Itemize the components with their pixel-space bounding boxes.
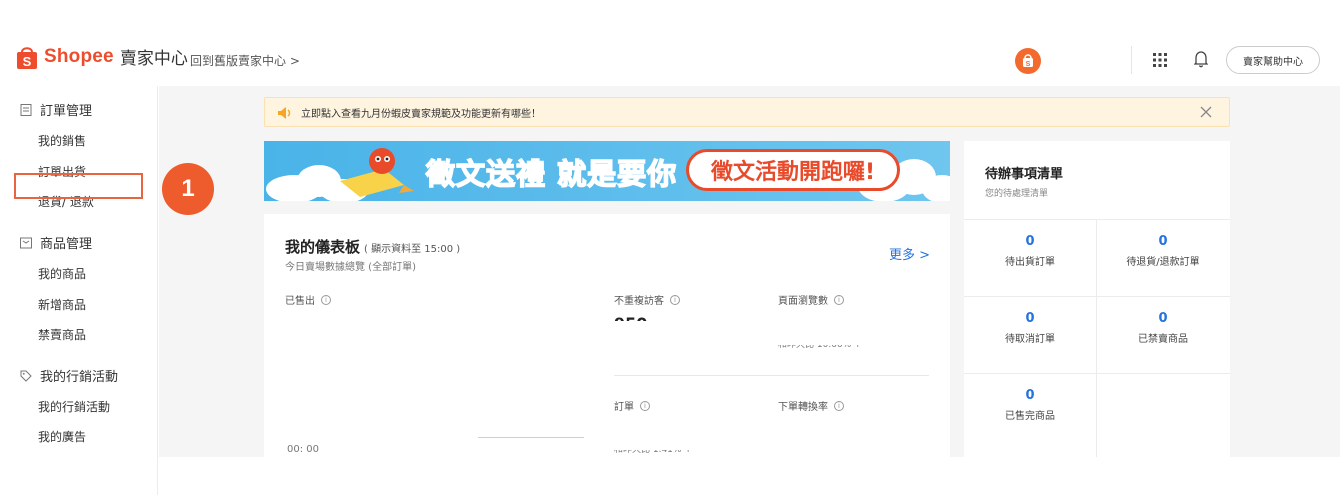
shop-avatar[interactable]: S	[1015, 48, 1041, 74]
sidebar-item-my-products[interactable]: 我的商品	[38, 265, 86, 282]
back-to-old-center-link[interactable]: 回到舊版賣家中心 >	[190, 52, 300, 69]
todo-label: 已禁賣商品	[1138, 334, 1188, 345]
orders-compare: 和昨天比 1.41% ↑	[614, 450, 692, 455]
svg-text:S: S	[23, 54, 32, 69]
visitors-metric-label: 不重複訪客 i	[614, 292, 680, 307]
todo-list-card: 待辦事項清單 您的待處理清單 0 待出貨訂單 0 待退貨/退款訂單 0 待取消訂…	[964, 141, 1230, 457]
speaker-icon	[277, 105, 293, 119]
header-divider	[1131, 46, 1132, 74]
todo-label: 待取消訂單	[1005, 334, 1055, 345]
banner-pill: 徵文活動開跑囉!	[686, 149, 900, 191]
banner-title: 徵文送禮 就是要你	[425, 156, 678, 192]
tag-icon	[20, 370, 32, 382]
sidebar-item-add-product[interactable]: 新增商品	[38, 296, 86, 313]
announcement-text[interactable]: 立即點入查看九月份蝦皮賣家規範及功能更新有哪些！	[301, 105, 541, 120]
sidebar-item-my-ads[interactable]: 我的廣告	[38, 428, 86, 445]
chart-baseline	[478, 437, 584, 438]
shop-bag-icon: S	[1023, 54, 1033, 68]
todo-divider	[964, 373, 1230, 374]
sidebar-item-banned-products[interactable]: 禁賣商品	[38, 326, 86, 343]
shopee-logo[interactable]: S Shopee 賣家中心	[16, 44, 188, 69]
apps-grid-icon[interactable]	[1153, 52, 1167, 67]
todo-cell-to-ship[interactable]: 0 待出貨訂單	[964, 234, 1096, 268]
metrics-divider	[614, 375, 929, 376]
pageviews-label-text: 頁面瀏覽數	[778, 296, 828, 307]
sidebar-item-my-sales[interactable]: 我的銷售	[38, 132, 86, 149]
sidebar-group-label: 商品管理	[40, 237, 93, 252]
help-center-button[interactable]: 賣家幫助中心	[1226, 46, 1320, 74]
seller-center-page: S Shopee 賣家中心 回到舊版賣家中心 > S 賣家幫助中心 訂單管理 我…	[0, 0, 1340, 495]
sidebar-group-marketing[interactable]: 我的行銷活動	[20, 366, 118, 385]
todo-count: 0	[1025, 234, 1035, 249]
brand-subtitle: 賣家中心	[119, 49, 188, 69]
chart-time-axis-label: 00: 00	[287, 444, 319, 455]
todo-count: 0	[1025, 388, 1035, 403]
orders-label-text: 訂單	[614, 402, 634, 413]
step-number-badge: 1	[162, 163, 214, 215]
dashboard-data-time: ( 顯示資料至 15:00 )	[364, 244, 461, 255]
todo-count: 0	[1025, 311, 1035, 326]
todo-count: 0	[1158, 234, 1168, 249]
todo-title: 待辦事項清單	[985, 167, 1064, 182]
sidebar-item-my-marketing[interactable]: 我的行銷活動	[38, 398, 110, 415]
sold-metric-label: 已售出 i	[285, 292, 331, 307]
todo-label: 待退貨/退款訂單	[1126, 257, 1200, 268]
pageviews-compare: 和昨天比 10.66% ↑	[778, 345, 862, 350]
todo-divider	[964, 219, 1230, 220]
dashboard-card: 我的儀表板 ( 顯示資料至 15:00 ) 今日賣場數據總覽 (全部訂單) 更多…	[264, 214, 950, 457]
todo-label: 待出貨訂單	[1005, 257, 1055, 268]
dashboard-more-link[interactable]: 更多 >	[889, 244, 930, 263]
todo-cell-sold-out[interactable]: 0 已售完商品	[964, 388, 1096, 422]
orders-metric-label: 訂單 i	[614, 398, 650, 413]
top-header: S Shopee 賣家中心 回到舊版賣家中心 > S 賣家幫助中心	[0, 38, 1340, 84]
dashboard-title: 我的儀表板	[285, 238, 361, 256]
sidebar-group-products[interactable]: 商品管理	[20, 233, 92, 252]
announcement-bar[interactable]: 立即點入查看九月份蝦皮賣家規範及功能更新有哪些！	[264, 97, 1230, 127]
order-icon	[20, 103, 32, 116]
todo-subtitle: 您的待處理清單	[985, 189, 1049, 199]
todo-cell-to-cancel[interactable]: 0 待取消訂單	[964, 311, 1096, 345]
promo-banner[interactable]: 徵文送禮 就是要你 徵文活動開跑囉!	[264, 141, 950, 201]
sidebar-group-label: 訂單管理	[40, 104, 93, 119]
visitors-value: 950	[614, 314, 647, 321]
close-icon[interactable]	[1199, 104, 1213, 118]
todo-cell-return-refund[interactable]: 0 待退貨/退款訂單	[1097, 234, 1229, 268]
product-icon	[20, 237, 32, 249]
brand-name: Shopee	[44, 45, 114, 67]
svg-text:S: S	[1026, 61, 1031, 68]
todo-label: 已售完商品	[1005, 411, 1055, 422]
todo-divider	[964, 296, 1230, 297]
bell-icon[interactable]	[1193, 50, 1209, 68]
highlight-box-my-products	[14, 173, 143, 199]
dashboard-subtitle: 今日賣場數據總覽 (全部訂單)	[285, 262, 416, 273]
info-icon[interactable]: i	[640, 400, 650, 411]
sold-label-text: 已售出	[285, 296, 315, 307]
info-icon[interactable]: i	[670, 294, 680, 305]
conversion-label-text: 下單轉換率	[778, 402, 828, 413]
info-icon[interactable]: i	[321, 294, 331, 305]
conversion-metric-label: 下單轉換率 i	[778, 398, 844, 413]
sidebar-group-orders[interactable]: 訂單管理	[20, 100, 92, 119]
shopee-bag-icon: S	[16, 45, 38, 69]
visitors-label-text: 不重複訪客	[614, 296, 664, 307]
sidebar: 訂單管理 我的銷售 訂單出貨 退貨/ 退款 商品管理 我的商品 新增商品 禁賣商…	[0, 86, 158, 495]
sidebar-group-label: 我的行銷活動	[40, 370, 119, 385]
info-icon[interactable]: i	[834, 294, 844, 305]
todo-cell-banned[interactable]: 0 已禁賣商品	[1097, 311, 1229, 345]
todo-count: 0	[1158, 311, 1168, 326]
pageviews-metric-label: 頁面瀏覽數 i	[778, 292, 844, 307]
info-icon[interactable]: i	[834, 400, 844, 411]
